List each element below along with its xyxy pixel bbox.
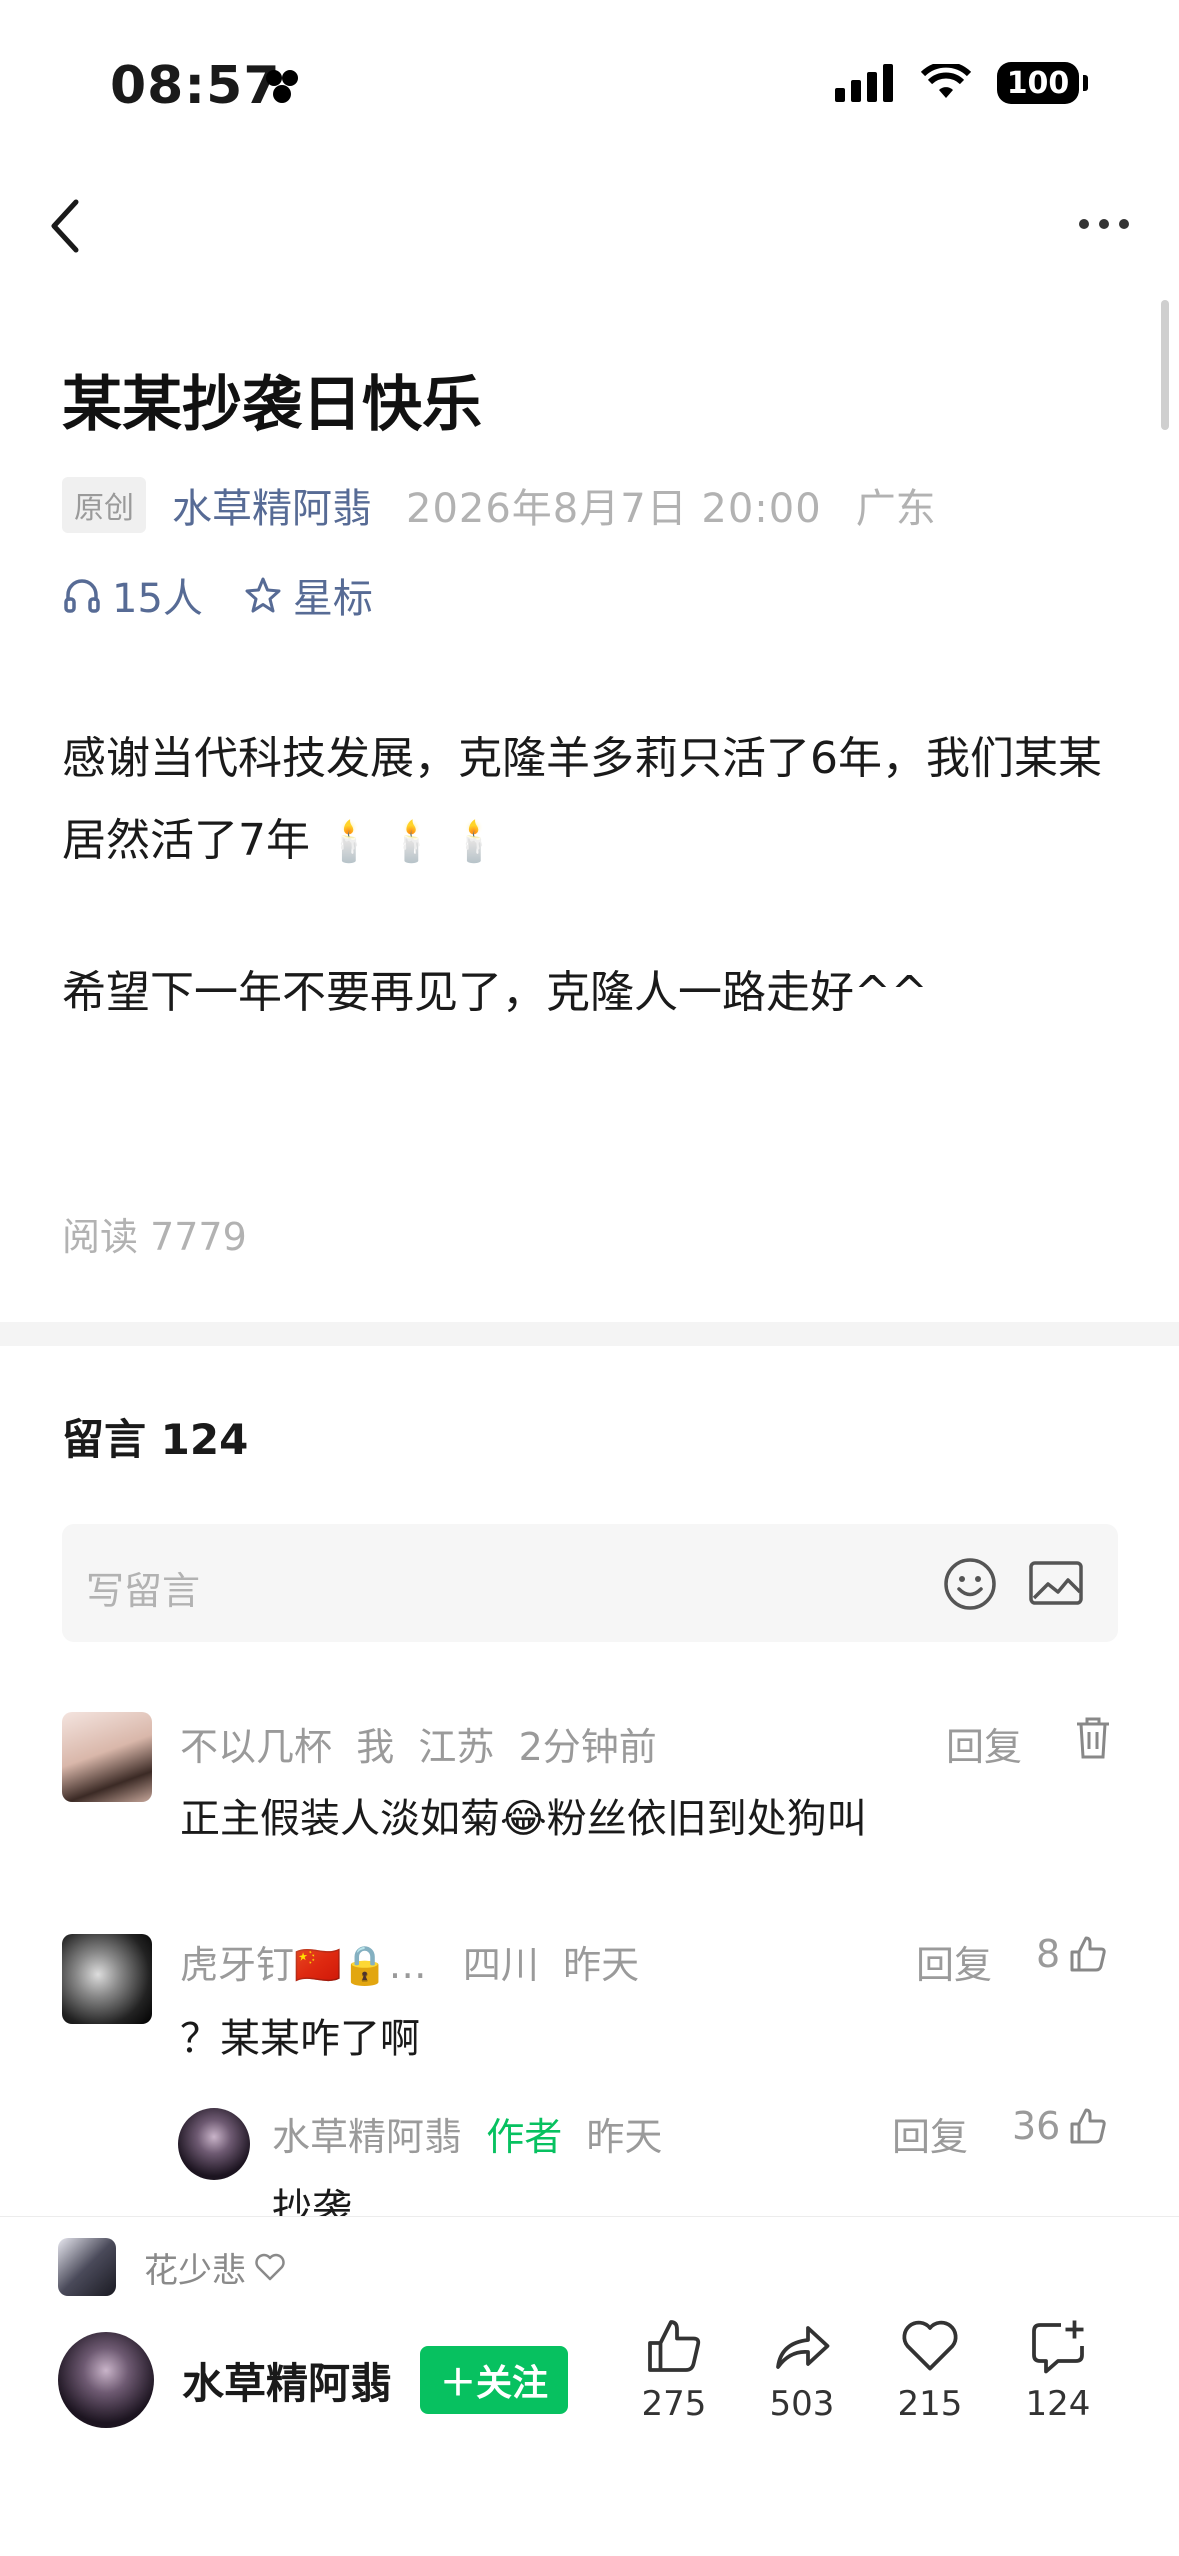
comment-count: 124 <box>1025 2384 1091 2424</box>
more-button[interactable] <box>1077 216 1131 235</box>
status-icons: 100 <box>835 62 1088 104</box>
listener-count: 15人 <box>112 576 203 622</box>
signal-icon <box>835 64 893 102</box>
battery-indicator: 100 <box>997 62 1088 104</box>
paragraph-1-text: 感谢当代科技发展，克隆羊多莉只活了6年，我们某某居然活了7年 <box>62 733 1102 866</box>
thumbs-up-icon <box>648 2320 701 2372</box>
like-count: 275 <box>641 2384 707 2424</box>
clover-icon <box>262 66 302 110</box>
reply-button[interactable]: 回复 <box>916 1934 992 1989</box>
avatar[interactable] <box>58 2238 116 2296</box>
follow-button[interactable]: ＋关注 <box>420 2346 569 2414</box>
avatar[interactable] <box>58 2332 154 2428</box>
article-paragraph-2: 希望下一年不要再见了，克隆人一路走好^^ <box>62 967 928 1018</box>
share-button[interactable]: 503 <box>752 2316 852 2424</box>
article-meta: 原创 水草精阿翡 2026年8月7日 20:00 广东 <box>62 476 936 534</box>
author-link[interactable]: 水草精阿翡 <box>172 476 372 534</box>
star-label: 星标 <box>292 576 373 622</box>
author-row: 水草精阿翡 ＋关注 <box>58 2332 569 2428</box>
reply-button[interactable]: 回复 <box>946 1716 1022 1771</box>
commenter-name[interactable]: 虎牙钉🇨🇳🔒… <box>180 1943 427 1987</box>
back-button[interactable] <box>48 198 82 258</box>
share-count: 503 <box>769 2384 835 2424</box>
article-actions: 15人 星标 <box>62 566 413 624</box>
original-tag: 原创 <box>62 477 146 533</box>
thumbs-up-icon <box>1070 1936 1106 1972</box>
candle-emojis: 🕯️ 🕯️ 🕯️ <box>324 819 499 865</box>
comment-meta: 不以几杯 我 江苏 2分钟前 <box>180 1716 657 1771</box>
read-count: 阅读 7779 <box>62 1215 247 1259</box>
comments-header: 留言 124 <box>62 1415 249 1464</box>
star-button[interactable]: 星标 <box>243 566 373 624</box>
image-icon[interactable] <box>1028 1560 1084 1606</box>
comment-button[interactable]: 124 <box>1008 2316 1108 2424</box>
comment-meta: 虎牙钉🇨🇳🔒… 四川 昨天 <box>180 1934 639 1989</box>
commenter-name[interactable]: 不以几杯 <box>180 1725 332 1769</box>
article-title: 某某抄袭日快乐 <box>62 370 482 440</box>
self-tag: 我 <box>356 1725 395 1769</box>
status-time: 08:57 <box>110 56 281 116</box>
delete-button[interactable] <box>1074 1716 1112 1764</box>
like-button[interactable]: 275 <box>624 2316 724 2424</box>
share-icon <box>776 2326 830 2369</box>
comment-text: 正主假装人淡如菊😂粉丝依旧到处狗叫 <box>180 1796 867 1842</box>
reply-button[interactable]: 回复 <box>892 2106 968 2161</box>
comment-time: 昨天 <box>586 2115 663 2159</box>
like-button[interactable]: 36 <box>1012 2104 1108 2148</box>
comment-input[interactable]: 写留言 <box>62 1524 1118 1642</box>
headphones-icon <box>64 579 100 613</box>
thumbs-up-icon <box>1070 2108 1107 2144</box>
comment-region: 江苏 <box>418 1725 495 1769</box>
like-button[interactable]: 8 <box>1036 1932 1108 1976</box>
avatar[interactable] <box>62 1934 152 2024</box>
comment-meta: 水草精阿翡 作者 昨天 <box>272 2106 662 2161</box>
comment-time: 昨天 <box>563 1943 640 1987</box>
favorite-button[interactable]: 215 <box>880 2316 980 2424</box>
publish-date: 2026年8月7日 20:00 <box>406 486 822 532</box>
liker-name: 花少悲 <box>144 2250 246 2291</box>
wifi-icon <box>921 64 971 98</box>
chevron-left-icon <box>51 199 79 253</box>
author-badge: 作者 <box>486 2115 563 2159</box>
scrollbar[interactable] <box>1161 300 1169 430</box>
avatar[interactable] <box>178 2108 250 2180</box>
comment-add-icon <box>1032 2320 1084 2374</box>
favorite-count: 215 <box>897 2384 963 2424</box>
author-name[interactable]: 水草精阿翡 <box>182 2350 392 2411</box>
comment-input-placeholder: 写留言 <box>86 1569 201 1613</box>
commenter-name[interactable]: 水草精阿翡 <box>272 2115 462 2159</box>
section-divider <box>0 1322 1179 1346</box>
comment-time: 2分钟前 <box>518 1725 657 1769</box>
comment-region: 四川 <box>462 1943 539 1987</box>
article-paragraph-1: 感谢当代科技发展，克隆羊多莉只活了6年，我们某某居然活了7年 🕯️ 🕯️ 🕯️ <box>62 718 1122 883</box>
heart-icon <box>255 2253 285 2281</box>
publish-region: 广东 <box>855 486 936 532</box>
emoji-icon[interactable] <box>942 1556 998 1612</box>
avatar[interactable] <box>62 1712 152 1802</box>
more-dots-icon <box>1079 219 1129 229</box>
recent-liker: 花少悲 <box>58 2238 286 2296</box>
listen-button[interactable]: 15人 <box>62 566 203 624</box>
like-count: 8 <box>1036 1932 1061 1976</box>
trash-icon <box>1077 1717 1109 1759</box>
like-count: 36 <box>1012 2104 1061 2148</box>
comment-text: ？某某咋了啊 <box>180 2016 420 2062</box>
star-icon <box>245 577 281 613</box>
heart-icon <box>902 2320 958 2371</box>
